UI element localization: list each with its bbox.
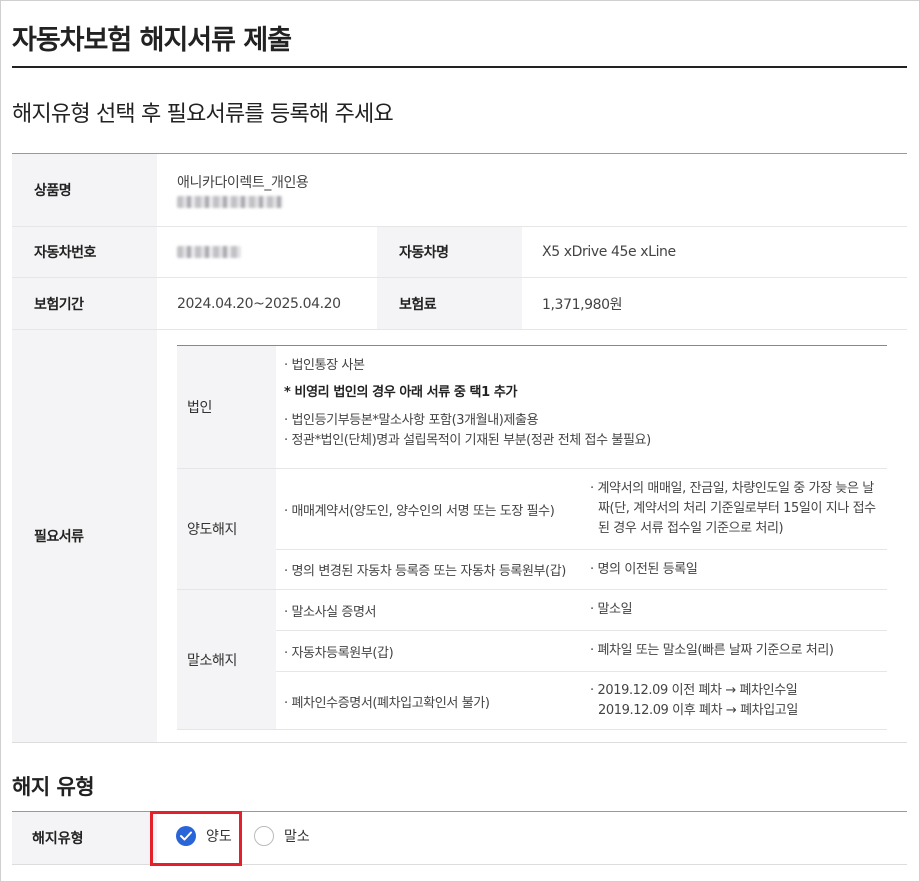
product-label: 상품명 [12, 154, 157, 226]
title-divider [12, 66, 907, 68]
docs-group-corporate: 법인 · 법인통장 사본 * 비영리 법인의 경우 아래 서류 중 택1 추가 … [177, 346, 887, 469]
doc-note: * 비영리 법인의 경우 아래 서류 중 택1 추가 [284, 385, 518, 400]
product-cell: 애니카다이렉트_개인용 [157, 154, 907, 226]
doc-item: · 자동차등록원부(갑) [284, 645, 394, 661]
docs-group-body: · 매매계약서(양도인, 양수인의 서명 또는 도장 필수) · 계약서의 매매… [276, 469, 887, 589]
docs-group-scrap: 말소해지 · 말소사실 증명서 · 말소일 · 자동차등록원부(갑) · 폐차일… [177, 590, 887, 730]
period-label: 보험기간 [12, 278, 157, 329]
product-name: 애니카다이렉트_개인용 [177, 175, 309, 191]
doc-date-line: · 말소일 [590, 602, 633, 617]
docs-table: 법인 · 법인통장 사본 * 비영리 법인의 경우 아래 서류 중 택1 추가 … [177, 345, 887, 730]
docs-group-name: 법인 [177, 346, 276, 468]
doc-date-rule: · 2019.12.09 이전 폐차 → 폐차인수일 2019.12.09 이후… [582, 672, 887, 730]
doc-row: · 명의 변경된 자동차 등록증 또는 자동차 등록원부(갑) · 명의 이전된… [276, 550, 887, 589]
doc-item: · 법인등기부등본*말소사항 포함(3개월내)제출용 [284, 413, 539, 428]
radio-transfer[interactable]: 양도 [176, 826, 232, 846]
docs-group-body: · 법인통장 사본 * 비영리 법인의 경우 아래 서류 중 택1 추가 · 법… [276, 346, 887, 468]
radio-transfer-label: 양도 [206, 829, 232, 845]
car-number-cell [157, 227, 377, 277]
doc-date-line: · 계약서의 매매일, 잔금일, 차량인도일 중 가장 늦은 날 [590, 481, 874, 496]
required-docs-row: 필요서류 법인 · 법인통장 사본 * 비영리 법인의 경우 아래 서류 중 택… [12, 330, 907, 742]
doc-item: · 법인통장 사본 [284, 358, 365, 373]
policy-info-table: 상품명 애니카다이렉트_개인용 자동차번호 자동차명 X5 xDrive 45e… [12, 153, 907, 743]
redacted-car-number [177, 246, 241, 258]
doc-date-line: 된 경우 서류 접수일 기준으로 처리) [598, 521, 784, 536]
doc-row: · 매매계약서(양도인, 양수인의 서명 또는 도장 필수) · 계약서의 매매… [276, 469, 887, 550]
docs-cell: 법인 · 법인통장 사본 * 비영리 법인의 경우 아래 서류 중 택1 추가 … [157, 330, 907, 742]
radio-scrap-label: 말소 [284, 829, 310, 845]
doc-date-line: 짜(단, 계약서의 처리 기준일로부터 15일이 지나 접수 [598, 501, 876, 516]
period-value: 2024.04.20~2025.04.20 [177, 295, 341, 312]
car-row: 자동차번호 자동차명 X5 xDrive 45e xLine [12, 227, 907, 278]
cancel-type-label: 해지유형 [12, 812, 157, 864]
premium-value: 1,371,980원 [542, 296, 623, 313]
doc-date-rule: · 계약서의 매매일, 잔금일, 차량인도일 중 가장 늦은 날 짜(단, 계약… [582, 469, 887, 549]
product-row: 상품명 애니카다이렉트_개인용 [12, 154, 907, 227]
doc-date-line: · 폐차일 또는 말소일(빠른 날짜 기준으로 처리) [590, 643, 834, 658]
car-name: X5 xDrive 45e xLine [542, 244, 676, 260]
docs-label: 필요서류 [12, 330, 157, 742]
premium-label: 보험료 [377, 278, 522, 329]
doc-item: · 매매계약서(양도인, 양수인의 서명 또는 도장 필수) [284, 503, 555, 519]
doc-date-line: 2019.12.09 이후 폐차 → 폐차입고일 [598, 703, 798, 718]
redacted-product-detail [177, 196, 283, 208]
doc-item: · 말소사실 증명서 [284, 604, 377, 620]
doc-item: · 정관*법인(단체)명과 설립목적이 기재된 부분(정관 전체 접수 불필요) [284, 433, 651, 448]
car-name-label: 자동차명 [377, 227, 522, 277]
docs-group-transfer: 양도해지 · 매매계약서(양도인, 양수인의 서명 또는 도장 필수) · 계약… [177, 469, 887, 590]
radio-circle-icon [254, 826, 274, 846]
doc-item: · 폐차인수증명서(폐차입고확인서 불가) [284, 695, 490, 711]
doc-item: · 명의 변경된 자동차 등록증 또는 자동차 등록원부(갑) [284, 564, 566, 579]
docs-group-name: 말소해지 [177, 590, 276, 729]
doc-date-line: · 명의 이전된 등록일 [590, 561, 698, 577]
doc-row: · 자동차등록원부(갑) · 폐차일 또는 말소일(빠른 날짜 기준으로 처리) [276, 631, 887, 672]
cancel-type-table: 해지유형 [12, 811, 907, 865]
check-icon [176, 826, 196, 846]
cancel-type-section-title: 해지 유형 [12, 775, 95, 799]
docs-group-name: 양도해지 [177, 469, 276, 589]
doc-row: · 폐차인수증명서(폐차입고확인서 불가) · 2019.12.09 이전 폐차… [276, 672, 887, 730]
doc-date-line: · 2019.12.09 이전 폐차 → 폐차인수일 [590, 683, 798, 698]
car-number-label: 자동차번호 [12, 227, 157, 277]
period-row: 보험기간 2024.04.20~2025.04.20 보험료 1,371,980… [12, 278, 907, 330]
radio-scrap[interactable]: 말소 [254, 826, 310, 846]
page-title: 자동차보험 해지서류 제출 [12, 25, 292, 56]
doc-row: · 말소사실 증명서 · 말소일 [276, 590, 887, 631]
docs-group-body: · 말소사실 증명서 · 말소일 · 자동차등록원부(갑) · 폐차일 또는 말… [276, 590, 887, 729]
page-subtitle: 해지유형 선택 후 필요서류를 등록해 주세요 [12, 102, 394, 127]
